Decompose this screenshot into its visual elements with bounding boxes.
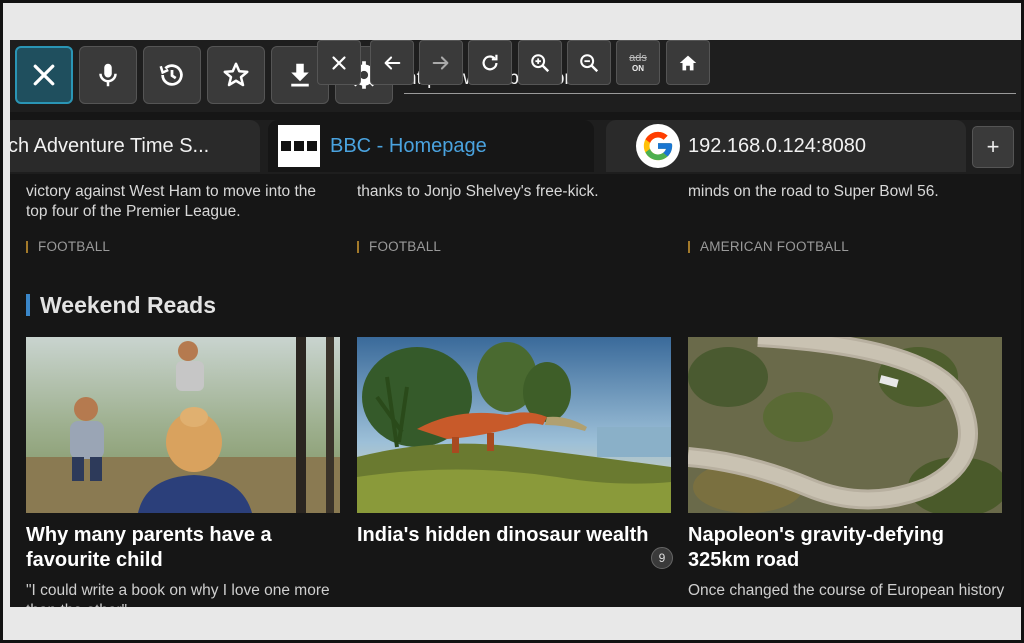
history-button[interactable]	[143, 46, 201, 104]
new-tab-button[interactable]: +	[972, 126, 1014, 168]
card-title[interactable]: Napoleon's gravity-defying 325km road	[688, 523, 1006, 573]
card-image-dinosaur[interactable]	[357, 337, 671, 513]
tab-bbc-homepage[interactable]: BBC - Homepage	[268, 120, 594, 172]
voice-search-button[interactable]	[79, 46, 137, 104]
card-image-parents[interactable]	[26, 337, 340, 513]
article-snippet[interactable]: victory against West Ham to move into th…	[26, 182, 336, 222]
forward-button[interactable]	[419, 40, 463, 85]
zoom-out-icon	[580, 53, 599, 72]
reload-button[interactable]	[468, 40, 512, 85]
star-icon	[223, 62, 249, 87]
article-snippet[interactable]: thanks to Jonjo Shelvey's free-kick.	[357, 182, 667, 202]
card-image-road[interactable]	[688, 337, 1002, 513]
ads-label: ads	[629, 52, 647, 64]
article-tag[interactable]: AMERICAN FOOTBALL	[688, 240, 849, 253]
page-content: victory against West Ham to move into th…	[10, 174, 1021, 607]
close-button[interactable]	[15, 46, 73, 104]
home-icon	[679, 55, 697, 70]
section-title: Weekend Reads	[26, 294, 216, 317]
bbc-logo-icon	[278, 125, 320, 167]
zoom-out-button[interactable]	[567, 40, 611, 85]
ads-state: ON	[632, 64, 644, 73]
close-tab-button[interactable]	[317, 40, 361, 85]
card-title[interactable]: India's hidden dinosaur wealth	[357, 523, 675, 548]
article-snippet[interactable]: minds on the road to Super Bowl 56.	[688, 182, 998, 202]
forward-arrow-icon	[432, 55, 449, 70]
article-tag[interactable]: FOOTBALL	[26, 240, 110, 253]
close-icon	[332, 55, 346, 70]
tab-strip: ch Adventure Time S... BBC - Homepage 19…	[10, 120, 1021, 174]
card-description: Once changed the course of European hist…	[688, 582, 1005, 599]
back-arrow-icon	[384, 55, 401, 70]
microphone-icon	[99, 63, 117, 87]
tab-label: 192.168.0.124:8080	[688, 134, 866, 157]
reload-icon	[482, 54, 498, 70]
zoom-in-icon	[531, 53, 550, 72]
article-tag[interactable]: FOOTBALL	[357, 240, 441, 253]
google-logo-icon	[636, 124, 680, 168]
history-icon	[159, 64, 183, 86]
zoom-in-button[interactable]	[518, 40, 562, 85]
bookmark-button[interactable]	[207, 46, 265, 104]
card-description: "I could write a book on why I love one …	[26, 582, 330, 607]
ads-blocked-count-badge: 9	[651, 547, 673, 569]
tab-label: BBC - Homepage	[330, 134, 487, 157]
home-button[interactable]	[666, 40, 710, 85]
tab-adventure-time[interactable]: ch Adventure Time S...	[10, 120, 260, 172]
toolbar: https://www.bbc.com/	[10, 40, 1021, 112]
ads-toggle-button[interactable]: ads ON	[616, 40, 660, 85]
tab-local-server[interactable]: 192.168.0.124:8080	[606, 120, 966, 172]
download-icon	[291, 63, 309, 87]
close-icon	[33, 64, 55, 86]
back-button[interactable]	[370, 40, 414, 85]
card-title[interactable]: Why many parents have a favourite child	[26, 523, 344, 573]
device-frame: https://www.bbc.com/ ch Adventure Time S…	[0, 0, 1024, 643]
browser-screen: https://www.bbc.com/ ch Adventure Time S…	[10, 40, 1021, 607]
tab-label: ch Adventure Time S...	[10, 134, 210, 157]
